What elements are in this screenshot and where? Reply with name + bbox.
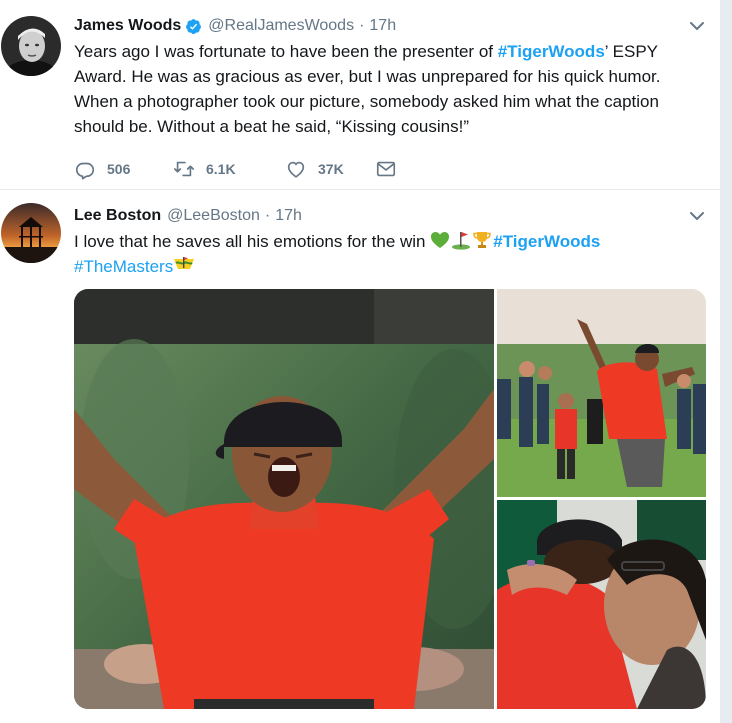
tweet-header: Lee Boston @LeeBoston · 17h (74, 204, 706, 228)
hashtag-link[interactable]: #TigerWoods (498, 42, 605, 61)
tweet-timestamp[interactable]: 17h (275, 207, 302, 225)
like-count: 37K (318, 161, 344, 177)
hashtag-link[interactable]: #TigerWoods (493, 232, 600, 251)
retweet-count: 6.1K (206, 161, 236, 177)
tweet-content: Lee Boston @LeeBoston · 17h I love that … (74, 204, 706, 279)
tweet-text-part: I love that he saves all his emotions fo… (74, 232, 431, 251)
separator-dot: · (264, 207, 271, 224)
author-handle[interactable]: @RealJamesWoods (208, 17, 354, 35)
tweet-header: James Woods @RealJamesWoods · 17h (74, 14, 706, 38)
timeline: James Woods @RealJamesWoods · 17h Years … (0, 0, 720, 723)
tweet-photo-top[interactable] (497, 289, 706, 497)
scrollbar[interactable] (720, 0, 732, 723)
retweet-button[interactable]: 6.1K (173, 158, 285, 180)
golf-flag-emoji (451, 230, 471, 250)
hashtag-link[interactable]: #TheMasters (74, 257, 173, 276)
tweet[interactable]: Lee Boston @LeeBoston · 17h I love that … (0, 190, 720, 723)
tweet-text: I love that he saves all his emotions fo… (74, 229, 706, 279)
tweet-photo-main[interactable] (74, 289, 494, 709)
reply-button[interactable]: 506 (74, 158, 173, 180)
heart-icon (287, 161, 305, 178)
trophy-emoji (472, 230, 492, 250)
chevron-down-icon[interactable] (688, 208, 706, 224)
reply-icon (75, 162, 95, 180)
direct-message-button[interactable] (375, 158, 397, 180)
author-name[interactable]: James Woods (74, 17, 181, 35)
verified-badge-icon (185, 18, 202, 35)
reply-count: 506 (107, 161, 131, 177)
author-name[interactable]: Lee Boston (74, 207, 161, 225)
like-button[interactable]: 37K (285, 158, 375, 180)
tweet-text: Years ago I was fortunate to have been t… (74, 39, 706, 139)
retweet-icon (174, 161, 194, 177)
author-handle[interactable]: @LeeBoston (167, 207, 260, 225)
tweet[interactable]: James Woods @RealJamesWoods · 17h Years … (0, 0, 720, 190)
tweet-content: James Woods @RealJamesWoods · 17h Years … (74, 14, 706, 180)
chevron-down-icon[interactable] (688, 18, 706, 34)
tweet-actions: 506 6.1K 37K (74, 158, 706, 180)
tweet-text-part: Years ago I was fortunate to have been t… (74, 42, 498, 61)
media-gallery[interactable] (74, 289, 706, 709)
avatar[interactable] (1, 203, 61, 263)
envelope-icon (376, 161, 396, 177)
separator-dot: · (359, 17, 365, 34)
green-heart-emoji (430, 230, 450, 250)
avatar[interactable] (1, 16, 61, 76)
masters-badge-emoji (173, 255, 195, 275)
tweet-photo-bottom[interactable] (497, 500, 706, 709)
tweet-timestamp[interactable]: 17h (369, 17, 396, 35)
